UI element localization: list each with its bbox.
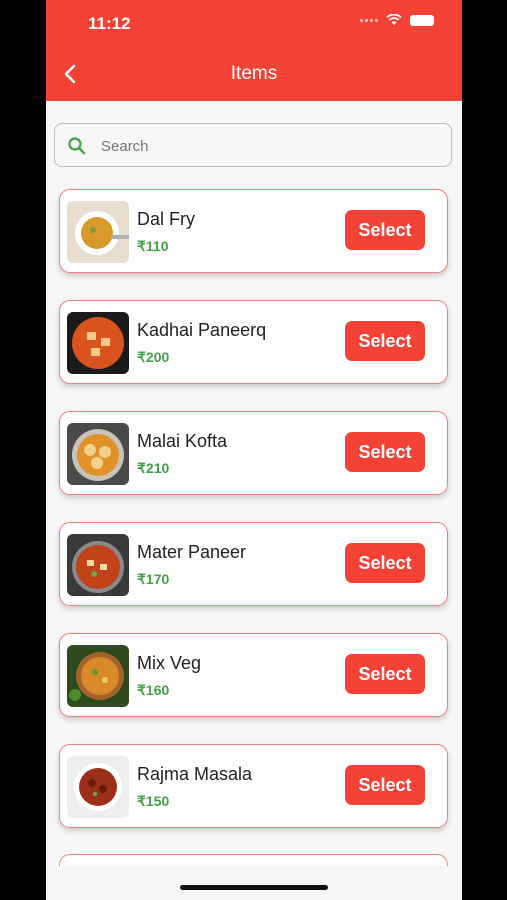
item-price: ₹160 (137, 682, 170, 698)
item-price: ₹210 (137, 460, 170, 476)
status-icons (360, 14, 434, 26)
select-button[interactable]: Select (345, 210, 425, 250)
select-button[interactable]: Select (345, 765, 425, 805)
item-price: ₹150 (137, 793, 170, 809)
select-button[interactable]: Select (345, 321, 425, 361)
item-price: ₹110 (137, 238, 169, 254)
item-name: Mater Paneer (137, 542, 247, 562)
select-button[interactable]: Select (345, 432, 425, 472)
item-name: Dal Fry (137, 209, 195, 229)
item-name: Kadhai Paneerq (137, 320, 267, 340)
bottom-area (46, 866, 462, 900)
battery-icon (410, 14, 434, 26)
food-thumbnail (67, 201, 129, 263)
list-item: Rajma Masala ₹150 Select (59, 744, 448, 828)
list-item: Mater Paneer ₹170 Select (59, 522, 448, 606)
status-time: 11:12 (88, 14, 131, 33)
list-item: Dal Fry ₹110 Select (59, 189, 448, 273)
food-thumbnail (67, 534, 129, 596)
select-button[interactable]: Select (345, 654, 425, 694)
list-item: Kadhai Paneerq ₹200 Select (59, 300, 448, 384)
list-item: Malai Kofta ₹210 Select (59, 411, 448, 495)
item-price: ₹170 (137, 571, 170, 587)
item-name: Malai Kofta (137, 431, 228, 451)
item-name: Rajma Masala (137, 764, 253, 784)
phone-screen: 11:12 Items Dal Fry (46, 0, 462, 900)
item-name: Mix Veg (137, 653, 202, 673)
search-input[interactable] (99, 132, 433, 160)
item-price: ₹200 (137, 349, 170, 365)
food-thumbnail (67, 756, 129, 818)
signal-icon (360, 18, 378, 22)
search-box[interactable] (54, 123, 452, 167)
items-list: Dal Fry ₹110 Select Kadhai Paneerq ₹200 … (59, 189, 448, 855)
list-item: Mix Veg ₹160 Select (59, 633, 448, 717)
home-indicator[interactable] (180, 885, 328, 890)
food-thumbnail (67, 645, 129, 707)
food-thumbnail (67, 423, 129, 485)
select-button[interactable]: Select (345, 543, 425, 583)
search-icon (68, 137, 86, 155)
wifi-icon (386, 14, 402, 25)
page-title: Items (230, 63, 278, 84)
app-bar: 11:12 Items (46, 0, 462, 101)
food-thumbnail (67, 312, 129, 374)
